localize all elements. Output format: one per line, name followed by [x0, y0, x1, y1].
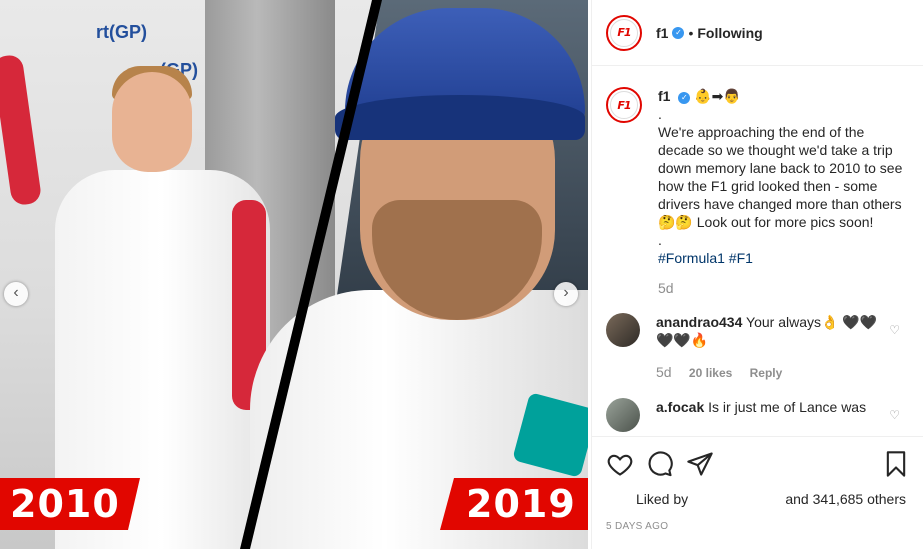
caption-dot: .: [658, 232, 662, 248]
comments-list[interactable]: F1 f1 ✓ 👶➡👨 . We're approaching the end …: [592, 67, 923, 435]
like-comment-heart-icon[interactable]: ♡: [889, 323, 900, 337]
caption: F1 f1 ✓ 👶➡👨 . We're approaching the end …: [606, 87, 910, 297]
bookmark-icon[interactable]: [882, 450, 910, 478]
f1-logo-icon: F1: [617, 98, 631, 112]
post-photo[interactable]: rt(GP) (GP) 2010 2019 ‹ ›: [0, 0, 588, 549]
comment: a.focak Is ir just me of Lance was ♡: [606, 398, 910, 432]
caption-avatar[interactable]: F1: [606, 87, 642, 123]
header-separator: •: [688, 24, 694, 41]
post-actions: Liked by and 341,685 others 5 DAYS AGO: [592, 436, 923, 549]
commenter-avatar[interactable]: [606, 398, 640, 432]
f1-logo-icon: F1: [617, 26, 631, 39]
caption-dot: .: [658, 106, 662, 122]
comment-likes[interactable]: 20 likes: [689, 366, 732, 380]
post-header: F1 f1 ✓ • Following: [592, 0, 923, 66]
like-heart-icon[interactable]: [606, 450, 634, 478]
commenter-username[interactable]: anandrao434: [656, 314, 742, 330]
driver-2010-face: [112, 72, 192, 172]
caption-age: 5d: [658, 280, 674, 296]
previous-photo-button[interactable]: ‹: [4, 282, 28, 306]
liked-by-label: Liked by: [636, 491, 689, 507]
comment-age: 5d: [656, 364, 672, 380]
sponsor-banner-text: rt(GP): [96, 22, 147, 42]
year-badge-2010: 2010: [0, 478, 140, 530]
reply-button[interactable]: Reply: [750, 366, 783, 380]
driver-2010-arm: [0, 53, 43, 207]
post-timestamp[interactable]: 5 DAYS AGO: [606, 521, 910, 532]
caption-text: We're approaching the end of the decade …: [658, 124, 903, 230]
commenter-username[interactable]: a.focak: [656, 399, 704, 415]
caption-emojis: 👶➡👨: [694, 88, 741, 104]
like-count[interactable]: and 341,685 others: [785, 491, 906, 507]
comment: anandrao434 Your always👌 🖤🖤 🖤🖤🔥 5d 20 li…: [606, 313, 910, 382]
comment-text: Is ir just me of Lance was: [708, 399, 867, 415]
commenter-avatar[interactable]: [606, 313, 640, 347]
caption-hashtags[interactable]: #Formula1 #F1: [658, 249, 908, 267]
verified-badge-icon: ✓: [672, 26, 685, 39]
year-badge-2019: 2019: [440, 478, 588, 530]
like-comment-heart-icon[interactable]: ♡: [889, 408, 900, 422]
verified-badge-icon: ✓: [678, 92, 691, 104]
following-button[interactable]: Following: [697, 25, 762, 41]
account-username[interactable]: f1: [656, 25, 668, 41]
post-sidebar: F1 f1 ✓ • Following F1 f1 ✓ 👶➡👨 . We're …: [591, 0, 923, 549]
comment-bubble-icon[interactable]: [646, 450, 674, 478]
likes-summary: Liked by and 341,685 others: [606, 491, 910, 507]
account-avatar[interactable]: F1: [606, 14, 642, 51]
caption-username[interactable]: f1: [658, 88, 670, 104]
cap-visor: [335, 95, 585, 140]
next-photo-button[interactable]: ›: [554, 282, 578, 306]
share-paper-plane-icon[interactable]: [686, 450, 714, 478]
